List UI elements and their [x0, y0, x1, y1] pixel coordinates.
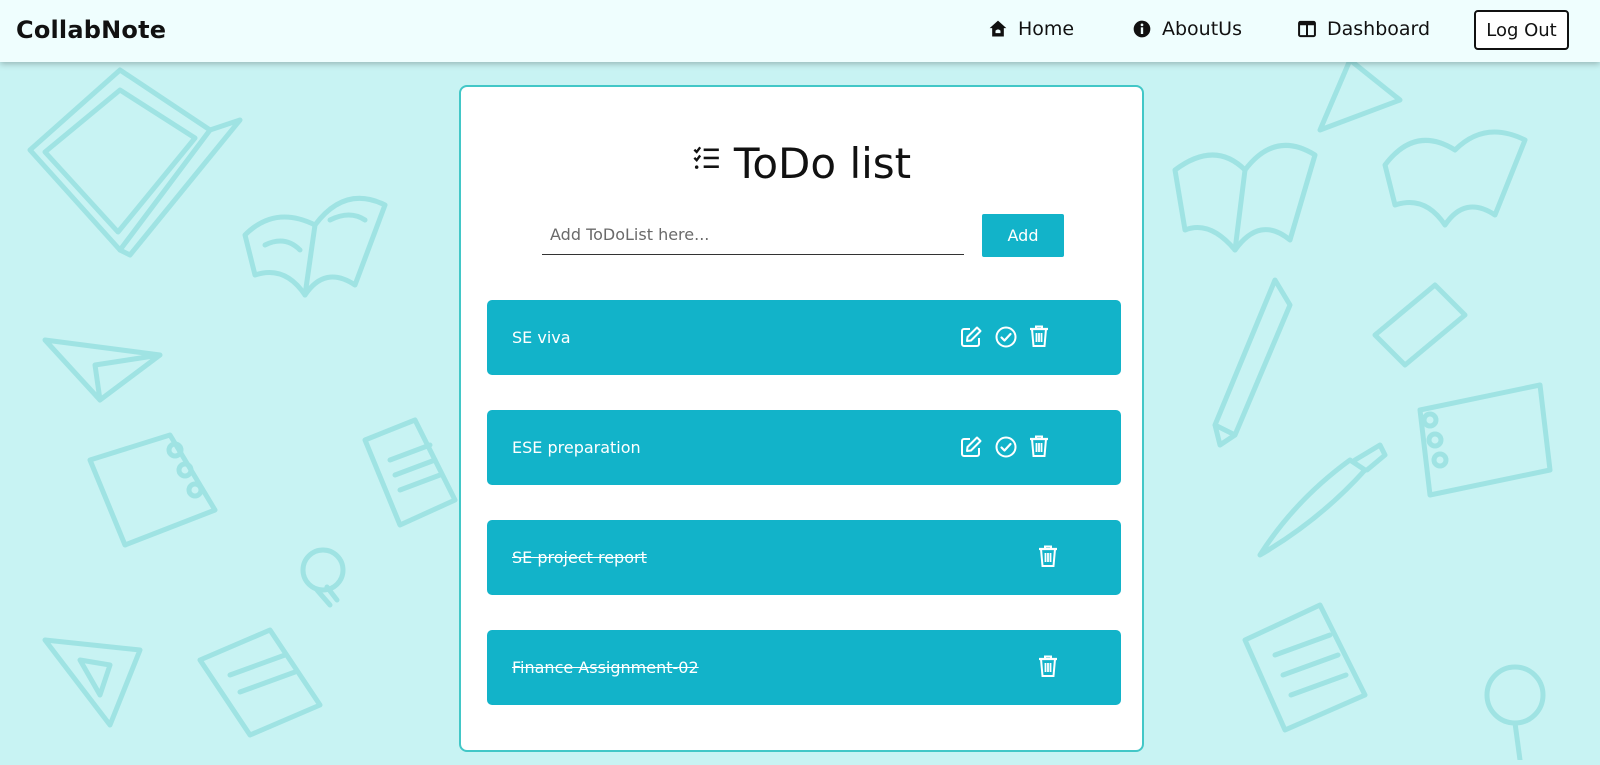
laptop-doodle	[27, 67, 243, 258]
paper-doodle-right	[1242, 602, 1368, 733]
notebook-doodle-right	[1417, 382, 1553, 498]
todo-item: SE project report	[487, 520, 1121, 595]
set-square-doodle-right	[1317, 57, 1403, 133]
paper-plane-doodle	[42, 337, 163, 403]
book-doodle	[242, 195, 388, 298]
paintbrush-doodle	[1257, 442, 1388, 558]
brand-logo[interactable]: CollabNote	[16, 16, 166, 44]
nav-home[interactable]: Home	[988, 18, 1074, 40]
top-navbar: CollabNote Home AboutUs Dashboard Log Ou…	[0, 0, 1600, 62]
lightbulb-doodle	[300, 547, 346, 608]
todo-title-row: ToDo list	[461, 139, 1142, 188]
edit-icon[interactable]	[958, 324, 984, 350]
magnifier-doodle	[1484, 664, 1546, 760]
todo-item: Finance Assignment-02	[487, 630, 1121, 705]
book-doodle-right	[1172, 142, 1318, 253]
checklist-icon	[693, 146, 719, 169]
nav-dashboard-label: Dashboard	[1327, 18, 1431, 40]
set-square-doodle	[42, 637, 143, 728]
todo-item-text: SE project report	[512, 548, 647, 567]
nav-about-label: AboutUs	[1162, 18, 1242, 40]
complete-check-icon[interactable]	[993, 324, 1019, 350]
todo-item-text: SE viva	[512, 328, 571, 347]
todo-item-text: Finance Assignment-02	[512, 658, 699, 677]
delete-trash-icon[interactable]	[1035, 653, 1061, 679]
document-doodle	[362, 417, 458, 528]
complete-check-icon[interactable]	[993, 434, 1019, 460]
add-button[interactable]: Add	[982, 214, 1064, 257]
layout-columns-icon	[1298, 20, 1316, 38]
todo-item-text: ESE preparation	[512, 438, 641, 457]
house-icon	[989, 20, 1007, 37]
nav-dashboard[interactable]: Dashboard	[1297, 18, 1430, 40]
logout-button[interactable]: Log Out	[1474, 10, 1569, 50]
paper-doodle	[197, 627, 323, 738]
todo-input[interactable]	[542, 215, 964, 255]
nav-about-us[interactable]: AboutUs	[1132, 18, 1242, 40]
delete-trash-icon[interactable]	[1035, 543, 1061, 569]
todo-card: ToDo list Add SE viva ESE preparation SE p…	[459, 85, 1144, 752]
delete-trash-icon[interactable]	[1026, 323, 1052, 349]
info-circle-icon	[1133, 20, 1151, 38]
pencil-doodle	[1212, 277, 1293, 448]
todo-item: ESE preparation	[487, 410, 1121, 485]
page-title: ToDo list	[733, 139, 912, 188]
eraser-doodle	[1372, 282, 1468, 368]
nav-home-label: Home	[1018, 18, 1075, 40]
delete-trash-icon[interactable]	[1026, 433, 1052, 459]
edit-icon[interactable]	[958, 434, 984, 460]
todo-item: SE viva	[487, 300, 1121, 375]
notebook-doodle	[87, 432, 218, 548]
